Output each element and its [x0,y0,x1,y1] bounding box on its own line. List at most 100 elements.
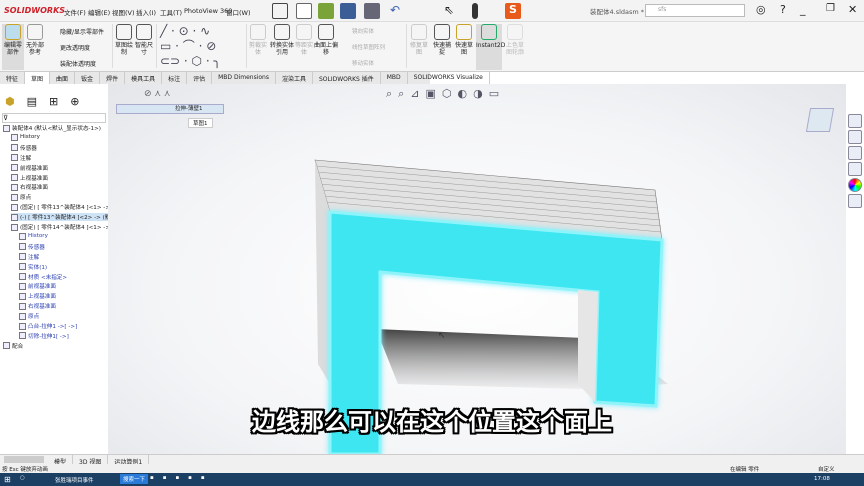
tab-visualize[interactable]: SOLIDWORKS Visualize [408,72,490,84]
filter-icon[interactable]: ⊽ [2,113,106,123]
tree-item[interactable]: 传感器 [19,243,45,251]
start-icon[interactable]: ⊞ [4,475,11,484]
tab-mold-tools[interactable]: 模具工具 [125,72,163,84]
dim-xpert-icon[interactable]: ⊕ [70,95,79,111]
menu-edit[interactable]: 编辑(E) [88,7,110,17]
sogou-icon[interactable]: S [505,3,521,19]
smart-dimension-button[interactable]: 智能尺寸 [134,24,154,56]
taskbar-search[interactable]: 搜索一下 [120,474,149,484]
tree-item[interactable]: 配合 [3,342,23,350]
property-manager-icon[interactable]: ▤ [27,95,37,111]
sketch-button[interactable]: 草图绘制 [114,24,134,56]
appearances-icon[interactable] [848,178,862,192]
tab-model[interactable]: 模型 [48,455,74,466]
tab-mbd[interactable]: MBD [381,72,408,84]
instant2d-button[interactable]: Instant2D [476,24,505,70]
tree-item[interactable]: 前视基准面 [11,164,48,172]
taskbar-app[interactable]: 张胜瑞项目事件 [55,476,94,484]
tab-mbd-dimensions[interactable]: MBD Dimensions [212,72,276,84]
home-pane-icon[interactable] [848,114,862,128]
select-icon[interactable]: ⇖ [444,3,460,19]
tab-render-tools[interactable]: 渲染工具 [276,72,313,84]
tree-item[interactable]: (固定) [ 零件14^装配体4 ]<1> -> [11,223,110,231]
minimize-icon[interactable]: _ [800,3,806,16]
trim-button[interactable]: 剪裁实体 [248,24,268,56]
tree-item[interactable]: (固定) [ 零件13^装配体4 ]<1> -> [11,203,110,211]
offset-entities-button[interactable]: 等距实体 [294,24,314,56]
tree-item[interactable]: 原点 [19,312,39,320]
file-explorer-icon[interactable] [848,146,862,160]
close-icon[interactable]: ✕ [848,3,857,16]
tab-features[interactable]: 特征 [0,72,26,84]
edit-component-button[interactable]: 编辑零部件 [2,24,24,70]
tree-item[interactable]: History [19,232,48,240]
design-library-icon[interactable] [848,130,862,144]
tab-evaluate[interactable]: 评估 [187,72,213,84]
pinned-apps[interactable]: ▪▪▪▪▪ [150,475,214,481]
shaded-sketch-button[interactable]: 上色草图轮廓 [504,24,526,56]
tab-sheetmetal[interactable]: 钣金 [75,72,101,84]
tab-motion-study[interactable]: 运动算例1 [108,455,150,466]
menu-tools[interactable]: 工具(T) [160,7,182,17]
repair-sketch-button[interactable]: 修复草图 [408,24,430,56]
hide-show-components[interactable]: 隐藏/显示零部件 [60,27,104,36]
tree-item[interactable]: 前视基准面 [19,282,56,290]
tree-item[interactable]: History [11,133,40,141]
tree-item[interactable]: 装配体4 (默认<默认_显示状态-1>) [3,124,101,132]
model-3d[interactable]: ↖ [108,84,846,454]
search-input[interactable]: sfs [645,4,745,17]
tree-item[interactable]: 凸台-拉伸1 ->[ ->] [19,322,77,330]
restore-icon[interactable]: ❐ [826,3,835,14]
feature-manager-icon[interactable]: ⬢ [5,95,15,111]
move-entities[interactable]: 移动实体 [352,59,374,67]
menu-file[interactable]: 文件(F) [64,7,86,17]
menu-window[interactable]: 窗口(W) [226,7,251,17]
change-transparency[interactable]: 更改透明度 [60,43,90,52]
view-palette-icon[interactable] [848,162,862,176]
tree-item[interactable]: 上视基准面 [11,174,48,182]
tab-addins[interactable]: SOLIDWORKS 插件 [313,72,381,84]
tree-item[interactable]: 传感器 [11,144,37,152]
tree-item[interactable]: 注解 [11,154,31,162]
graphics-area[interactable]: ⊘ ⋏ ⋏ 拉伸-薄壁1 草图1 ⌕⌕⊿▣⬡◐◑▭ ↖ [108,84,846,454]
tree-item[interactable]: 材质 <未指定> [19,273,67,281]
tab-markup[interactable]: 标注 [162,72,188,84]
menu-insert[interactable]: 插入(I) [136,7,156,17]
tree-item[interactable]: (-) [ 零件13^装配体4 ]<2> -> (默认 [11,213,119,222]
convert-entities-button[interactable]: 转换实体引用 [270,24,294,56]
save-icon[interactable] [340,3,356,19]
config-manager-icon[interactable]: ⊞ [49,95,58,111]
tab-surfaces[interactable]: 曲面 [50,72,76,84]
quick-snaps-button[interactable]: 快速捕捉 [432,24,452,56]
cortana-icon[interactable]: ○ [20,475,25,481]
tree-item[interactable]: 实体(1) [19,263,47,271]
tree-item[interactable]: 原点 [11,193,31,201]
tab-3d-views[interactable]: 3D 视图 [73,455,109,466]
assembly-transparency[interactable]: 装配体透明度 [60,59,96,68]
home-icon[interactable] [272,3,288,19]
custom-properties-icon[interactable] [848,194,862,208]
sketch-entities-group[interactable]: ╱ · ⊙ · ∿ ▭ · ⌒ · ⊘ ⊂⊃ · ⬡ · ╮ [160,24,245,68]
undo-icon[interactable]: ↶ [390,3,406,19]
tree-item[interactable]: 切除-拉伸1[ ->] [19,332,69,340]
new-file-icon[interactable] [296,3,312,19]
linear-pattern[interactable]: 线性草图阵列 [352,43,385,51]
help-icon[interactable]: ? [780,3,786,16]
open-icon[interactable] [318,3,334,19]
units-dropdown[interactable]: 自定义 [818,465,835,473]
tree-item[interactable]: 上视基准面 [19,292,56,300]
user-icon[interactable]: ◎ [756,3,766,16]
tree-item[interactable]: 右视基准面 [11,183,48,191]
menu-view[interactable]: 视图(V) [112,7,135,17]
tab-weldments[interactable]: 焊件 [100,72,126,84]
rapid-sketch-button[interactable]: 快速草图 [454,24,474,56]
tab-sketch[interactable]: 草图 [25,72,51,84]
tab-scroll[interactable] [4,456,44,463]
tree-item[interactable]: 注解 [19,253,39,261]
label: 草图绘制 [114,42,133,56]
no-external-refs-button[interactable]: 无外部参考 [24,24,46,56]
mirror-entities[interactable]: 镜向实体 [352,27,374,35]
tree-item[interactable]: 右视基准面 [19,302,56,310]
offset-on-surface-button[interactable]: 曲面上偏移 [314,24,338,56]
print-icon[interactable] [364,3,380,19]
